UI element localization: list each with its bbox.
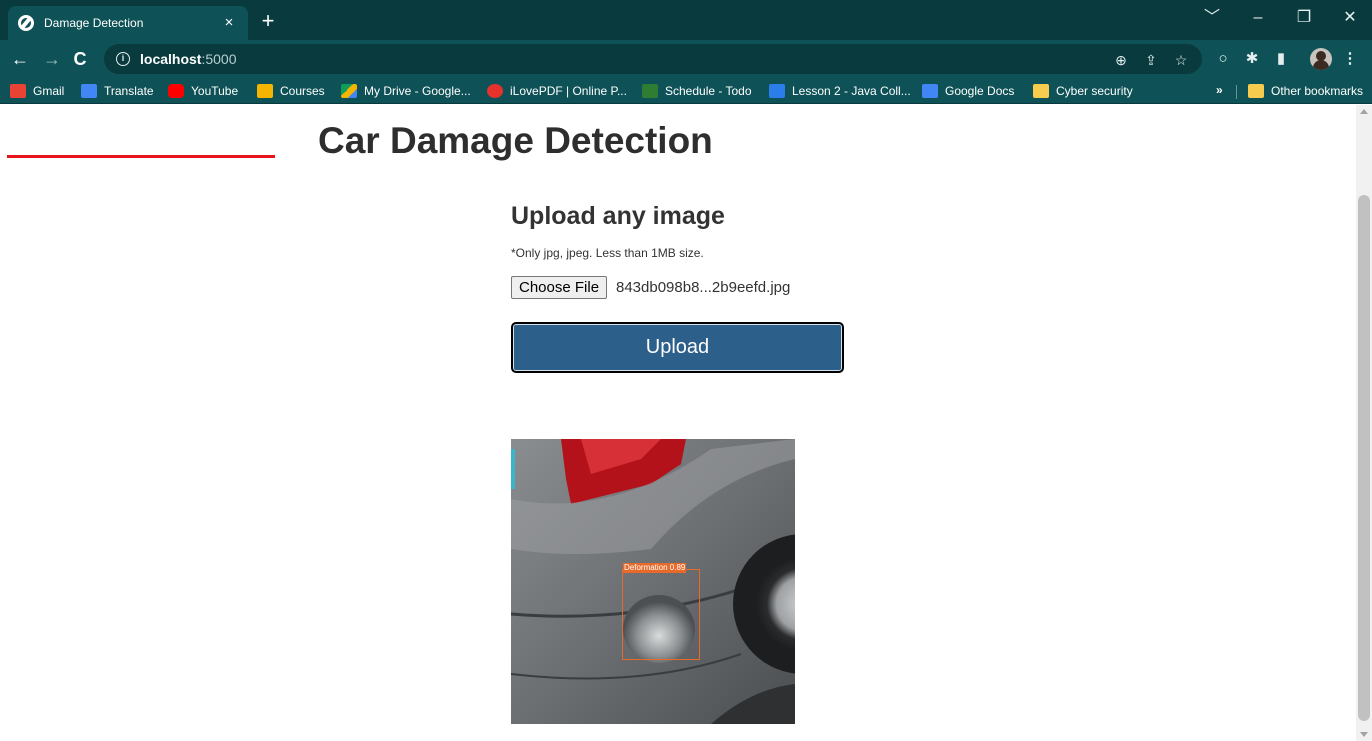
bookmark-label: My Drive - Google... [364, 84, 471, 98]
bookmark-schedule-todo[interactable]: Schedule - Todo [642, 82, 752, 100]
bookmark-courses[interactable]: Courses [257, 82, 325, 100]
url-port: :5000 [201, 51, 237, 67]
url-host: localhost [140, 51, 202, 67]
scroll-up-arrow-icon[interactable] [1360, 109, 1368, 114]
page-scrollbar[interactable] [1356, 105, 1372, 741]
reload-icon[interactable]: C [68, 47, 92, 71]
bookmark-label: Gmail [33, 84, 65, 98]
bookmarks-bar: Gmail Translate YouTube Courses My Drive… [0, 78, 1372, 104]
new-tab-button[interactable]: + [256, 9, 280, 33]
back-arrow-icon[interactable]: ← [8, 47, 32, 71]
folder-icon [1033, 84, 1049, 98]
profile-avatar[interactable] [1310, 48, 1332, 70]
bookmark-translate[interactable]: Translate [81, 82, 154, 100]
scroll-down-arrow-icon[interactable] [1360, 732, 1368, 737]
bookmark-youtube[interactable]: YouTube [168, 82, 238, 100]
tab-search-icon[interactable]: ﹀ [1197, 7, 1227, 29]
zoom-icon[interactable]: ⊕ [1110, 49, 1132, 71]
bookmark-gmail[interactable]: Gmail [10, 82, 64, 100]
bookmarks-divider [1236, 85, 1237, 99]
bookmark-star-icon[interactable]: ☆ [1170, 49, 1192, 71]
accent-red-line [7, 155, 275, 158]
browser-tab[interactable]: Damage Detection × [8, 6, 248, 40]
page-title: Car Damage Detection [318, 120, 713, 161]
courses-icon [257, 84, 273, 98]
restore-button[interactable]: ❐ [1289, 7, 1319, 29]
url-text[interactable]: localhost:5000 [140, 51, 237, 67]
gmail-icon [10, 84, 26, 98]
bookmark-label: YouTube [191, 84, 239, 98]
kebab-menu-icon[interactable]: ⋮ [1339, 48, 1361, 70]
bookmark-label: Schedule - Todo [665, 84, 752, 98]
extension-circle-icon[interactable]: ○ [1212, 48, 1234, 70]
tab-title: Damage Detection [44, 16, 144, 30]
bookmark-cyber-security[interactable]: Cyber security [1033, 82, 1133, 100]
address-bar[interactable]: i localhost:5000 ⊕ ⇪ ☆ [104, 44, 1202, 74]
side-panel-icon[interactable]: ▮ [1270, 48, 1292, 70]
detection-result-image: Deformation 0.89 [511, 439, 795, 724]
translate-icon [81, 84, 97, 98]
todo-icon [642, 84, 658, 98]
docs-icon [922, 84, 938, 98]
forward-arrow-icon[interactable]: → [40, 47, 64, 71]
bookmark-ilovepdf[interactable]: iLovePDF | Online P... [487, 82, 627, 100]
ilovepdf-icon [487, 84, 503, 98]
share-icon[interactable]: ⇪ [1140, 49, 1162, 71]
bookmark-label: Cyber security [1056, 84, 1133, 98]
bookmark-my-drive[interactable]: My Drive - Google... [341, 82, 471, 100]
minimize-button[interactable]: – [1243, 7, 1273, 29]
upload-heading: Upload any image [511, 202, 725, 230]
detection-label: Deformation 0.89 [623, 563, 687, 573]
selected-file-name: 843db098b8...2b9eefd.jpg [616, 279, 791, 296]
tab-strip: Damage Detection × + ﹀ – ❐ ✕ [0, 0, 1372, 40]
bookmark-label: Google Docs [945, 84, 1015, 98]
globe-favicon-icon [18, 15, 34, 31]
scrollbar-thumb[interactable] [1358, 195, 1370, 721]
upload-note: *Only jpg, jpeg. Less than 1MB size. [511, 246, 704, 260]
bookmark-label: Translate [104, 84, 154, 98]
folder-icon [1248, 84, 1264, 98]
bookmark-other-bookmarks[interactable]: Other bookmarks [1248, 82, 1363, 100]
page-content: Car Damage Detection Upload any image *O… [0, 105, 1356, 741]
bookmarks-overflow-icon[interactable]: » [1216, 83, 1223, 97]
youtube-icon [168, 84, 184, 98]
upload-button[interactable]: Upload [511, 322, 844, 373]
bookmark-label: Other bookmarks [1271, 84, 1364, 98]
bookmark-label: Courses [280, 84, 325, 98]
laptop-icon [769, 84, 785, 98]
choose-file-button[interactable]: Choose File [511, 276, 608, 299]
bookmark-label: iLovePDF | Online P... [510, 84, 627, 98]
bookmark-lesson-2[interactable]: Lesson 2 - Java Coll... [769, 82, 911, 100]
bookmark-label: Lesson 2 - Java Coll... [792, 84, 911, 98]
bookmark-google-docs[interactable]: Google Docs [922, 82, 1014, 100]
detection-bounding-box [622, 569, 700, 660]
drive-icon [341, 84, 357, 98]
site-info-icon[interactable]: i [116, 52, 130, 66]
browser-toolbar: ← → C i localhost:5000 ⊕ ⇪ ☆ ○ ✱ ▮ ⋮ [0, 40, 1372, 78]
tab-close-icon[interactable]: × [220, 14, 238, 32]
puzzle-extensions-icon[interactable]: ✱ [1241, 48, 1263, 70]
close-window-button[interactable]: ✕ [1335, 7, 1365, 29]
